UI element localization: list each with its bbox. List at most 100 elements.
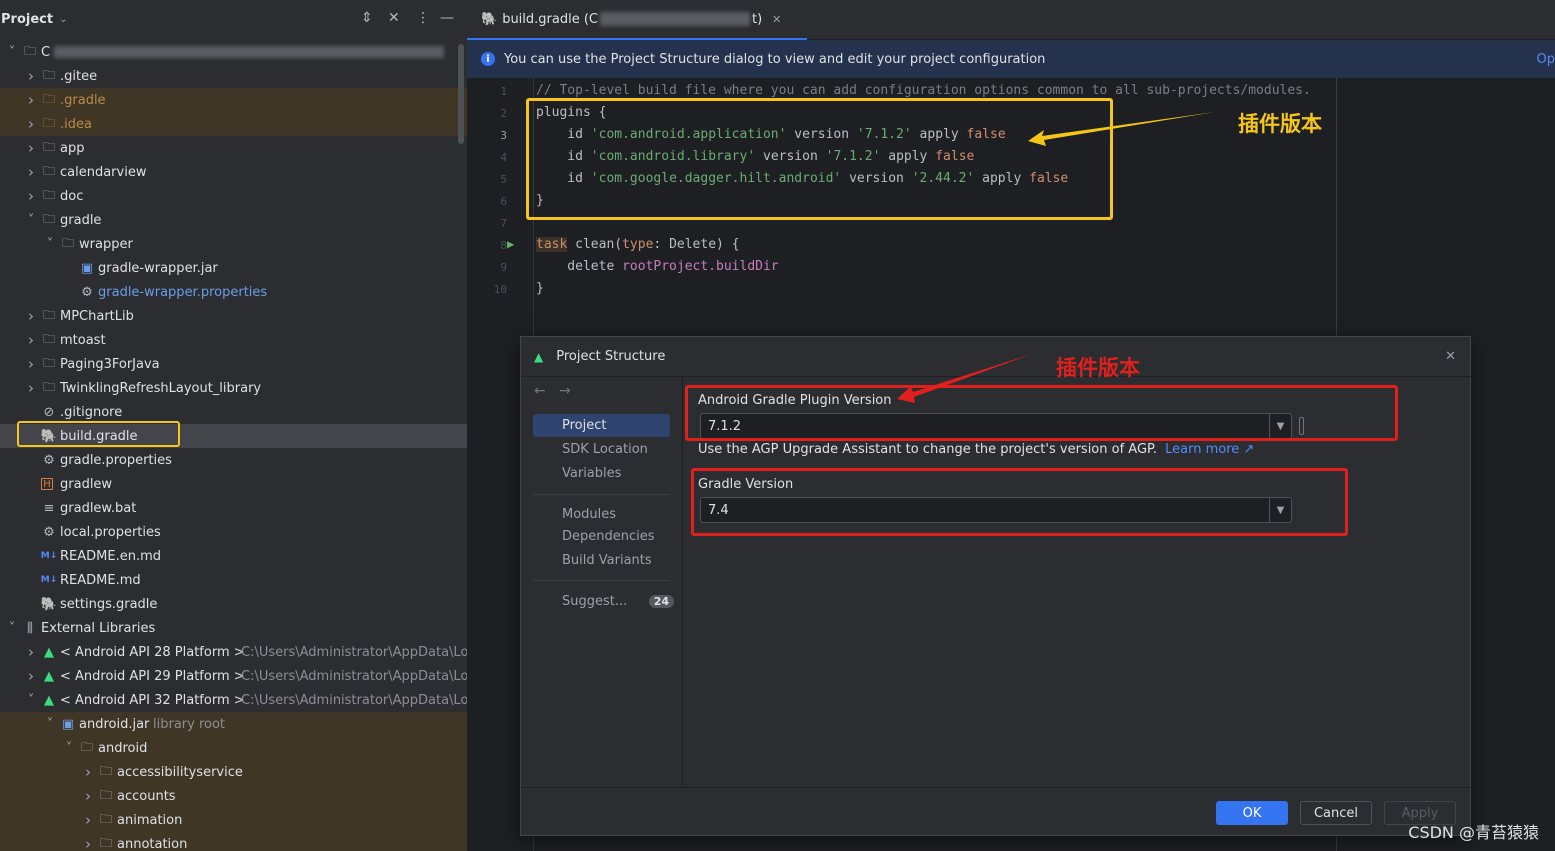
tab-build-gradle[interactable]: 🐘 build.gradle (C t) ✕ — [467, 0, 807, 40]
code-line: } — [536, 281, 544, 296]
tree-row[interactable]: ⚙ gradle.properties — [0, 448, 467, 472]
nav-item-modules[interactable]: Modules — [533, 503, 670, 526]
code-token: false — [1029, 171, 1069, 186]
nav-item-project[interactable]: Project — [533, 414, 670, 437]
code-token: apply — [974, 171, 1030, 186]
chevron-down-icon[interactable]: ˅ — [25, 693, 37, 708]
agp-version-combo[interactable]: 7.1.2 ▼ — [700, 413, 1292, 439]
tree-row[interactable]: › 🗀 doc — [0, 184, 467, 208]
chevron-down-icon[interactable]: ˅ — [63, 741, 75, 756]
chevron-right-icon[interactable]: › — [25, 643, 37, 661]
resize-handle[interactable] — [1299, 417, 1304, 435]
tree-row[interactable]: › 🗀 mtoast — [0, 328, 467, 352]
tree-row[interactable]: ˅ ▲ < Android API 32 Platform > C:\Users\Ad… — [0, 688, 467, 712]
banner-link[interactable]: Op — [1537, 52, 1555, 67]
chevron-right-icon[interactable]: › — [25, 331, 37, 349]
tree-row[interactable]: › 🗀 annotation — [0, 832, 467, 851]
minimize-icon[interactable]: — — [440, 10, 454, 26]
close-icon[interactable]: ✕ — [772, 13, 781, 26]
tree-row[interactable]: 🐘 settings.gradle — [0, 592, 467, 616]
nav-item-suggestions[interactable]: Suggest... 24 — [533, 590, 674, 613]
chevron-down-icon[interactable]: ˅ — [6, 45, 18, 60]
chevron-right-icon[interactable]: › — [25, 163, 37, 181]
more-options-icon[interactable]: ⋮ — [416, 10, 430, 26]
tree-row[interactable]: › 🗀 TwinklingRefreshLayout_library — [0, 376, 467, 400]
chevron-right-icon[interactable]: › — [25, 67, 37, 85]
nav-item-dependencies[interactable]: Dependencies — [533, 525, 670, 548]
tree-row[interactable]: ˅ 🗀 gradle — [0, 208, 467, 232]
code-token: id — [536, 127, 591, 142]
tree-row[interactable]: › 🗀 app — [0, 136, 467, 160]
tree-row[interactable]: ⊘ .gitignore — [0, 400, 467, 424]
expand-collapse-icon[interactable]: ⇕ — [361, 10, 373, 26]
scrollbar[interactable] — [458, 44, 464, 144]
chevron-right-icon[interactable]: › — [25, 187, 37, 205]
chevron-down-icon[interactable]: ˅ — [6, 621, 18, 636]
info-banner: i You can use the Project Structure dial… — [467, 40, 1555, 78]
android-icon: ▲ — [44, 668, 54, 684]
tree-row[interactable]: ˅ 🗀 android — [0, 736, 467, 760]
tree-item-label: TwinklingRefreshLayout_library — [60, 380, 262, 396]
watermark: CSDN @青苔猿猿 — [1408, 823, 1539, 842]
chevron-down-icon[interactable]: ⌄ — [59, 14, 67, 25]
chevron-down-icon[interactable]: ▼ — [1269, 414, 1291, 438]
run-gutter-icon[interactable]: ▶ — [507, 237, 514, 251]
chevron-right-icon[interactable]: › — [82, 835, 94, 851]
chevron-right-icon[interactable]: › — [82, 811, 94, 829]
chevron-right-icon[interactable]: › — [25, 307, 37, 325]
tree-row[interactable]: › 🗀 accounts — [0, 784, 467, 808]
collapse-all-icon[interactable]: ✕ — [388, 10, 400, 26]
nav-item-sdk-location[interactable]: SDK Location — [533, 438, 670, 461]
tree-row[interactable]: › 🗀 calendarview — [0, 160, 467, 184]
tree-row[interactable]: ⚙ local.properties — [0, 520, 467, 544]
dialog-content: Android Gradle Plugin Version 7.1.2 ▼ Us… — [684, 377, 1470, 787]
chevron-right-icon[interactable]: › — [25, 91, 37, 109]
tree-row[interactable]: ▣ gradle-wrapper.jar — [0, 256, 467, 280]
folder-icon: 🗀 — [42, 187, 55, 202]
forward-arrow-icon[interactable]: → — [559, 383, 571, 399]
tree-row[interactable]: ˅ 🗀 wrapper — [0, 232, 467, 256]
chevron-down-icon[interactable]: ▼ — [1269, 498, 1291, 522]
chevron-right-icon[interactable]: › — [82, 787, 94, 805]
tree-row[interactable]: › 🗀 MPChartLib — [0, 304, 467, 328]
tree-row[interactable]: › ▲ < Android API 28 Platform > C:\Users\Ad… — [0, 640, 467, 664]
chevron-right-icon[interactable]: › — [25, 139, 37, 157]
settings-file-icon: ⚙ — [43, 452, 55, 468]
tree-item-path: C:\Users\Administrator\AppData\Loc — [241, 668, 467, 684]
chevron-down-icon[interactable]: ˅ — [25, 213, 37, 228]
tree-row[interactable]: ˅ 🗀 C — [0, 40, 467, 64]
tree-row[interactable]: › 🗀 animation — [0, 808, 467, 832]
back-arrow-icon[interactable]: ← — [534, 383, 546, 399]
nav-item-build-variants[interactable]: Build Variants — [533, 549, 670, 572]
learn-more-link[interactable]: Learn more ↗ — [1165, 442, 1254, 457]
cancel-button[interactable]: Cancel — [1300, 801, 1372, 825]
chevron-right-icon[interactable]: › — [25, 355, 37, 373]
tree-row[interactable]: › 🗀 accessibilityservice — [0, 760, 467, 784]
chevron-down-icon[interactable]: ˅ — [44, 717, 56, 732]
chevron-right-icon[interactable]: › — [25, 115, 37, 133]
tree-row[interactable]: Hgradlew — [0, 472, 467, 496]
chevron-right-icon[interactable]: › — [25, 379, 37, 397]
tree-row[interactable]: M↓ README.md — [0, 568, 467, 592]
tree-row[interactable]: › 🗀 .idea — [0, 112, 467, 136]
tree-row[interactable]: › 🗀 Paging3ForJava — [0, 352, 467, 376]
tree-row[interactable]: › 🗀 .gitee — [0, 64, 467, 88]
chevron-right-icon[interactable]: › — [82, 763, 94, 781]
tree-row[interactable]: M↓ README.en.md — [0, 544, 467, 568]
tree-row[interactable]: ≡ gradlew.bat — [0, 496, 467, 520]
nav-item-variables[interactable]: Variables — [533, 462, 670, 485]
tree-item-label: .gradle — [60, 92, 106, 108]
folder-icon: 🗀 — [42, 91, 55, 106]
tree-row[interactable]: › ▲ < Android API 29 Platform > C:\Users\Ad… — [0, 664, 467, 688]
chevron-right-icon[interactable]: › — [25, 667, 37, 685]
chevron-down-icon[interactable]: ˅ — [44, 237, 56, 252]
project-view-selector[interactable]: Project — [1, 12, 53, 27]
tree-row[interactable]: › 🗀 .gradle — [0, 88, 467, 112]
gradle-version-combo[interactable]: 7.4 ▼ — [700, 497, 1292, 523]
tree-row[interactable]: ⚙ gradle-wrapper.properties — [0, 280, 467, 304]
ok-button[interactable]: OK — [1216, 801, 1288, 825]
tree-row[interactable]: 🐘 build.gradle — [0, 424, 467, 448]
tree-row[interactable]: ˅ ▣ android.jar library root — [0, 712, 467, 736]
close-icon[interactable]: ✕ — [1445, 349, 1456, 364]
tree-row[interactable]: ˅ ⫼ External Libraries — [0, 616, 467, 640]
